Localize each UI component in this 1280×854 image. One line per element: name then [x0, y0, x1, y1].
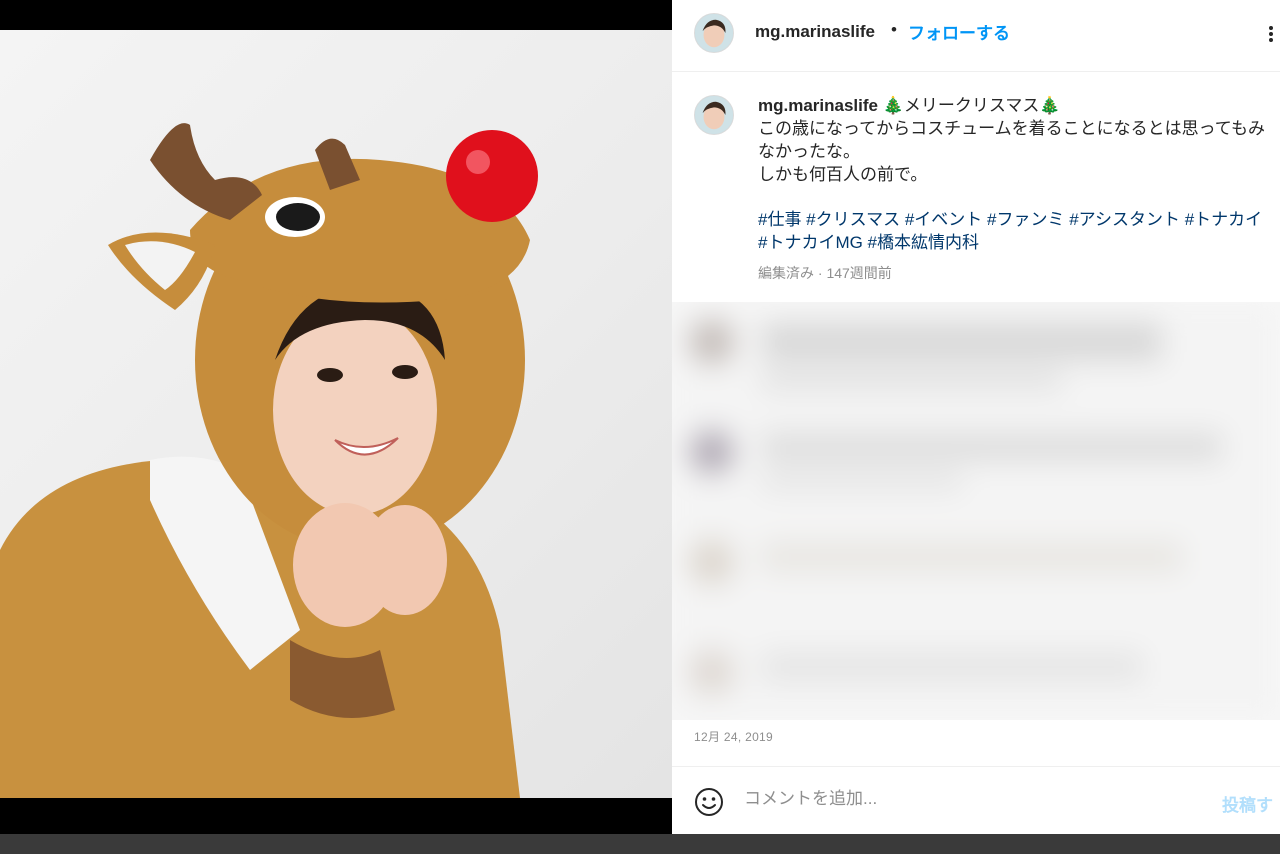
avatar-image	[695, 96, 733, 134]
separator-dot: •	[891, 20, 897, 39]
caption-area: mg.marinaslife 🎄メリークリスマス🎄 この歳になってからコスチュー…	[672, 73, 1280, 301]
caption-line: この歳になってからコスチュームを着ることになるとは思ってもみなかったな。	[758, 119, 1265, 161]
reindeer-costume-photo	[0, 123, 538, 798]
header-username[interactable]: mg.marinaslife	[755, 22, 875, 42]
caption-avatar[interactable]	[694, 95, 734, 135]
page-bottom-strip	[0, 834, 1280, 854]
hashtags[interactable]: #仕事 #クリスマス #イベント #ファンミ #アシスタント #トナカイ #トナ…	[758, 208, 1268, 254]
blurred-comments-area	[672, 302, 1280, 720]
post-comment-button[interactable]: 投稿す	[1222, 791, 1273, 816]
post-date: 12月 24, 2019	[694, 730, 773, 744]
caption-text: mg.marinaslife 🎄メリークリスマス🎄 この歳になってからコスチュー…	[758, 94, 1268, 186]
avatar-image	[695, 14, 733, 52]
caption-line: しかも何百人の前で。	[758, 165, 928, 184]
post-header: mg.marinaslife • フォローする	[672, 0, 1280, 72]
caption-title: 🎄メリークリスマス🎄	[882, 96, 1061, 115]
comment-bar: 投稿す	[672, 766, 1280, 834]
blurred-content	[672, 302, 1280, 720]
post-photo[interactable]	[0, 30, 672, 798]
post-meta: 編集済み · 147週間前	[758, 265, 892, 281]
post-details-panel: mg.marinaslife • フォローする mg.marinaslife 🎄…	[672, 0, 1280, 834]
emoji-icon[interactable]	[694, 787, 724, 817]
caption-username[interactable]: mg.marinaslife	[758, 96, 878, 115]
avatar[interactable]	[694, 13, 734, 53]
more-options-icon[interactable]	[1262, 24, 1280, 44]
comment-input[interactable]	[744, 789, 1204, 809]
follow-button[interactable]: フォローする	[908, 19, 1010, 44]
post-photo-panel	[0, 0, 672, 834]
